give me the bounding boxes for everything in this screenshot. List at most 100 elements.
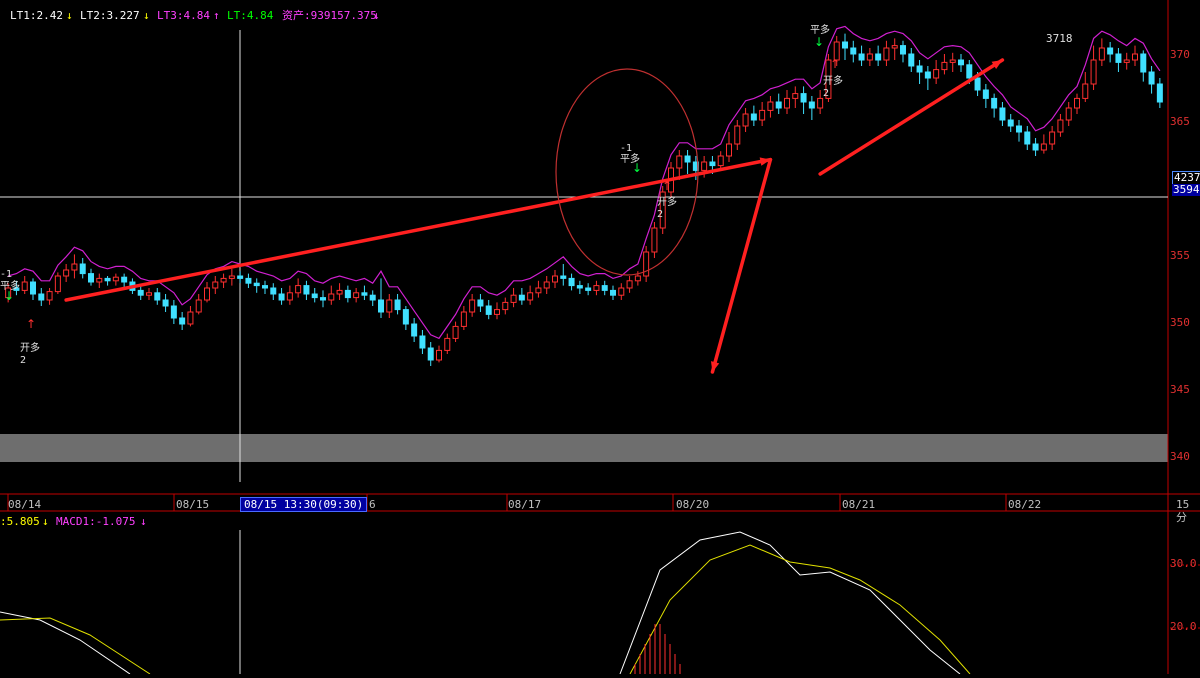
candle-body xyxy=(1082,83,1089,99)
open-long-qty: 2 xyxy=(657,209,664,220)
candle-body xyxy=(535,287,542,294)
candle-body xyxy=(817,97,824,109)
candle-body xyxy=(295,285,302,294)
candle-body xyxy=(88,273,94,283)
candle-body xyxy=(510,294,517,303)
candle-body xyxy=(883,47,890,61)
candle-body xyxy=(228,275,235,279)
candle-body xyxy=(767,101,774,111)
candle-body xyxy=(104,277,111,282)
indicator-value: :5.805 xyxy=(0,515,40,528)
candle-body xyxy=(63,269,70,277)
sell-signal-icon: ↓ xyxy=(814,35,824,49)
candle-body xyxy=(601,285,608,291)
candle-body xyxy=(485,305,492,315)
candle-body xyxy=(427,347,434,361)
candle-body xyxy=(1016,125,1022,133)
candle-body xyxy=(709,161,716,167)
candle-body xyxy=(320,297,326,301)
macd-tick-label: 20.0 xyxy=(1170,620,1197,633)
candle-body xyxy=(808,101,815,109)
candle-body xyxy=(54,275,61,293)
indicator-value: MACD1:-1.075 xyxy=(56,515,136,528)
y-tick-label: 370 xyxy=(1170,48,1190,61)
indicator-value: 资产:939157.375 xyxy=(282,9,377,22)
candle-body xyxy=(112,276,119,282)
candle-body xyxy=(419,335,426,349)
indicator-value: LT2:3.227 xyxy=(80,9,140,22)
candle-body xyxy=(924,71,931,79)
date-label: 08/22 xyxy=(1008,498,1042,511)
candle-body xyxy=(137,289,144,296)
candle-body xyxy=(1115,53,1122,63)
candle-body xyxy=(278,293,285,301)
highlight-circle xyxy=(555,68,699,276)
date-label: 08/15 xyxy=(176,498,210,511)
macd-dif-line xyxy=(0,611,131,675)
trend-arrow-icon: ↑ xyxy=(213,9,220,22)
candle-body xyxy=(800,93,807,103)
candle-body xyxy=(402,309,409,325)
candle-body xyxy=(328,293,335,301)
open-long-qty: 2 xyxy=(20,355,27,366)
candle-body xyxy=(204,287,210,301)
indicator-value: LT3:4.84 xyxy=(157,9,210,22)
candlestick-chart[interactable]: ↓ ↓ ↓ ↑ ↑ ↑ xyxy=(0,0,1200,675)
y-tick-label: 350 xyxy=(1170,316,1190,329)
candle-body xyxy=(1032,143,1039,151)
candle-body xyxy=(262,285,268,289)
candle-body xyxy=(378,299,384,313)
candle-body xyxy=(411,323,418,337)
candle-body xyxy=(684,155,691,163)
candle-body xyxy=(891,45,898,49)
candle-body xyxy=(560,275,567,279)
candle-body xyxy=(1156,83,1163,103)
candle-body xyxy=(386,299,393,313)
candle-body xyxy=(369,294,376,301)
macd-header: :5.805 ↓ MACD1:-1.075 ↓ xyxy=(0,515,400,529)
candle-body xyxy=(344,289,351,299)
candle-body xyxy=(775,101,782,109)
candle-body xyxy=(759,109,766,121)
candle-body xyxy=(96,277,103,283)
candle-body xyxy=(568,277,575,287)
candle-body xyxy=(634,275,641,282)
close-long-label: 平多 xyxy=(620,154,640,165)
candle-body xyxy=(552,275,558,283)
candle-body xyxy=(1098,47,1105,61)
candle-body xyxy=(1107,47,1114,55)
candle-body xyxy=(593,285,600,291)
candle-body xyxy=(71,263,78,271)
candle-body xyxy=(394,299,401,311)
candle-body xyxy=(1123,59,1130,63)
candle-body xyxy=(436,349,442,361)
candle-body xyxy=(875,53,882,61)
y-tick-label: 365 xyxy=(1170,115,1190,128)
candle-body xyxy=(195,299,202,313)
candle-body xyxy=(253,282,260,287)
candle-body xyxy=(237,275,244,279)
close-long-label: 平多 xyxy=(0,281,20,292)
candle-body xyxy=(527,292,534,301)
close-long-label: 平多 xyxy=(810,25,830,36)
candle-body xyxy=(999,107,1006,121)
trend-arrow-icon: ↓ xyxy=(143,9,150,22)
candle-body xyxy=(974,77,981,91)
date-label-partial: 6 xyxy=(369,498,376,511)
macd-dif-line xyxy=(619,531,961,675)
candle-body xyxy=(842,41,848,49)
candle-body xyxy=(1007,119,1014,127)
chart-window: ↓ ↓ ↓ ↑ ↑ ↑ LT1:2.42 ↓ LT2:3.227 ↓ LT3:4.84 ↑ LT:4.… xyxy=(0,0,1200,675)
macd-dea-line xyxy=(629,544,971,675)
candle-body xyxy=(146,292,152,296)
candle-body xyxy=(701,161,708,171)
candle-body xyxy=(79,263,86,275)
candle-body xyxy=(866,53,873,61)
candle-body xyxy=(900,45,906,55)
trend-arrow-icon: ↓ xyxy=(42,515,49,528)
candle-body xyxy=(1140,53,1147,73)
indicator-value: LT:4.84 xyxy=(227,9,274,22)
candle-body xyxy=(162,299,169,307)
macd-tick-label: 30.0 xyxy=(1170,557,1197,570)
candle-body xyxy=(460,311,467,327)
